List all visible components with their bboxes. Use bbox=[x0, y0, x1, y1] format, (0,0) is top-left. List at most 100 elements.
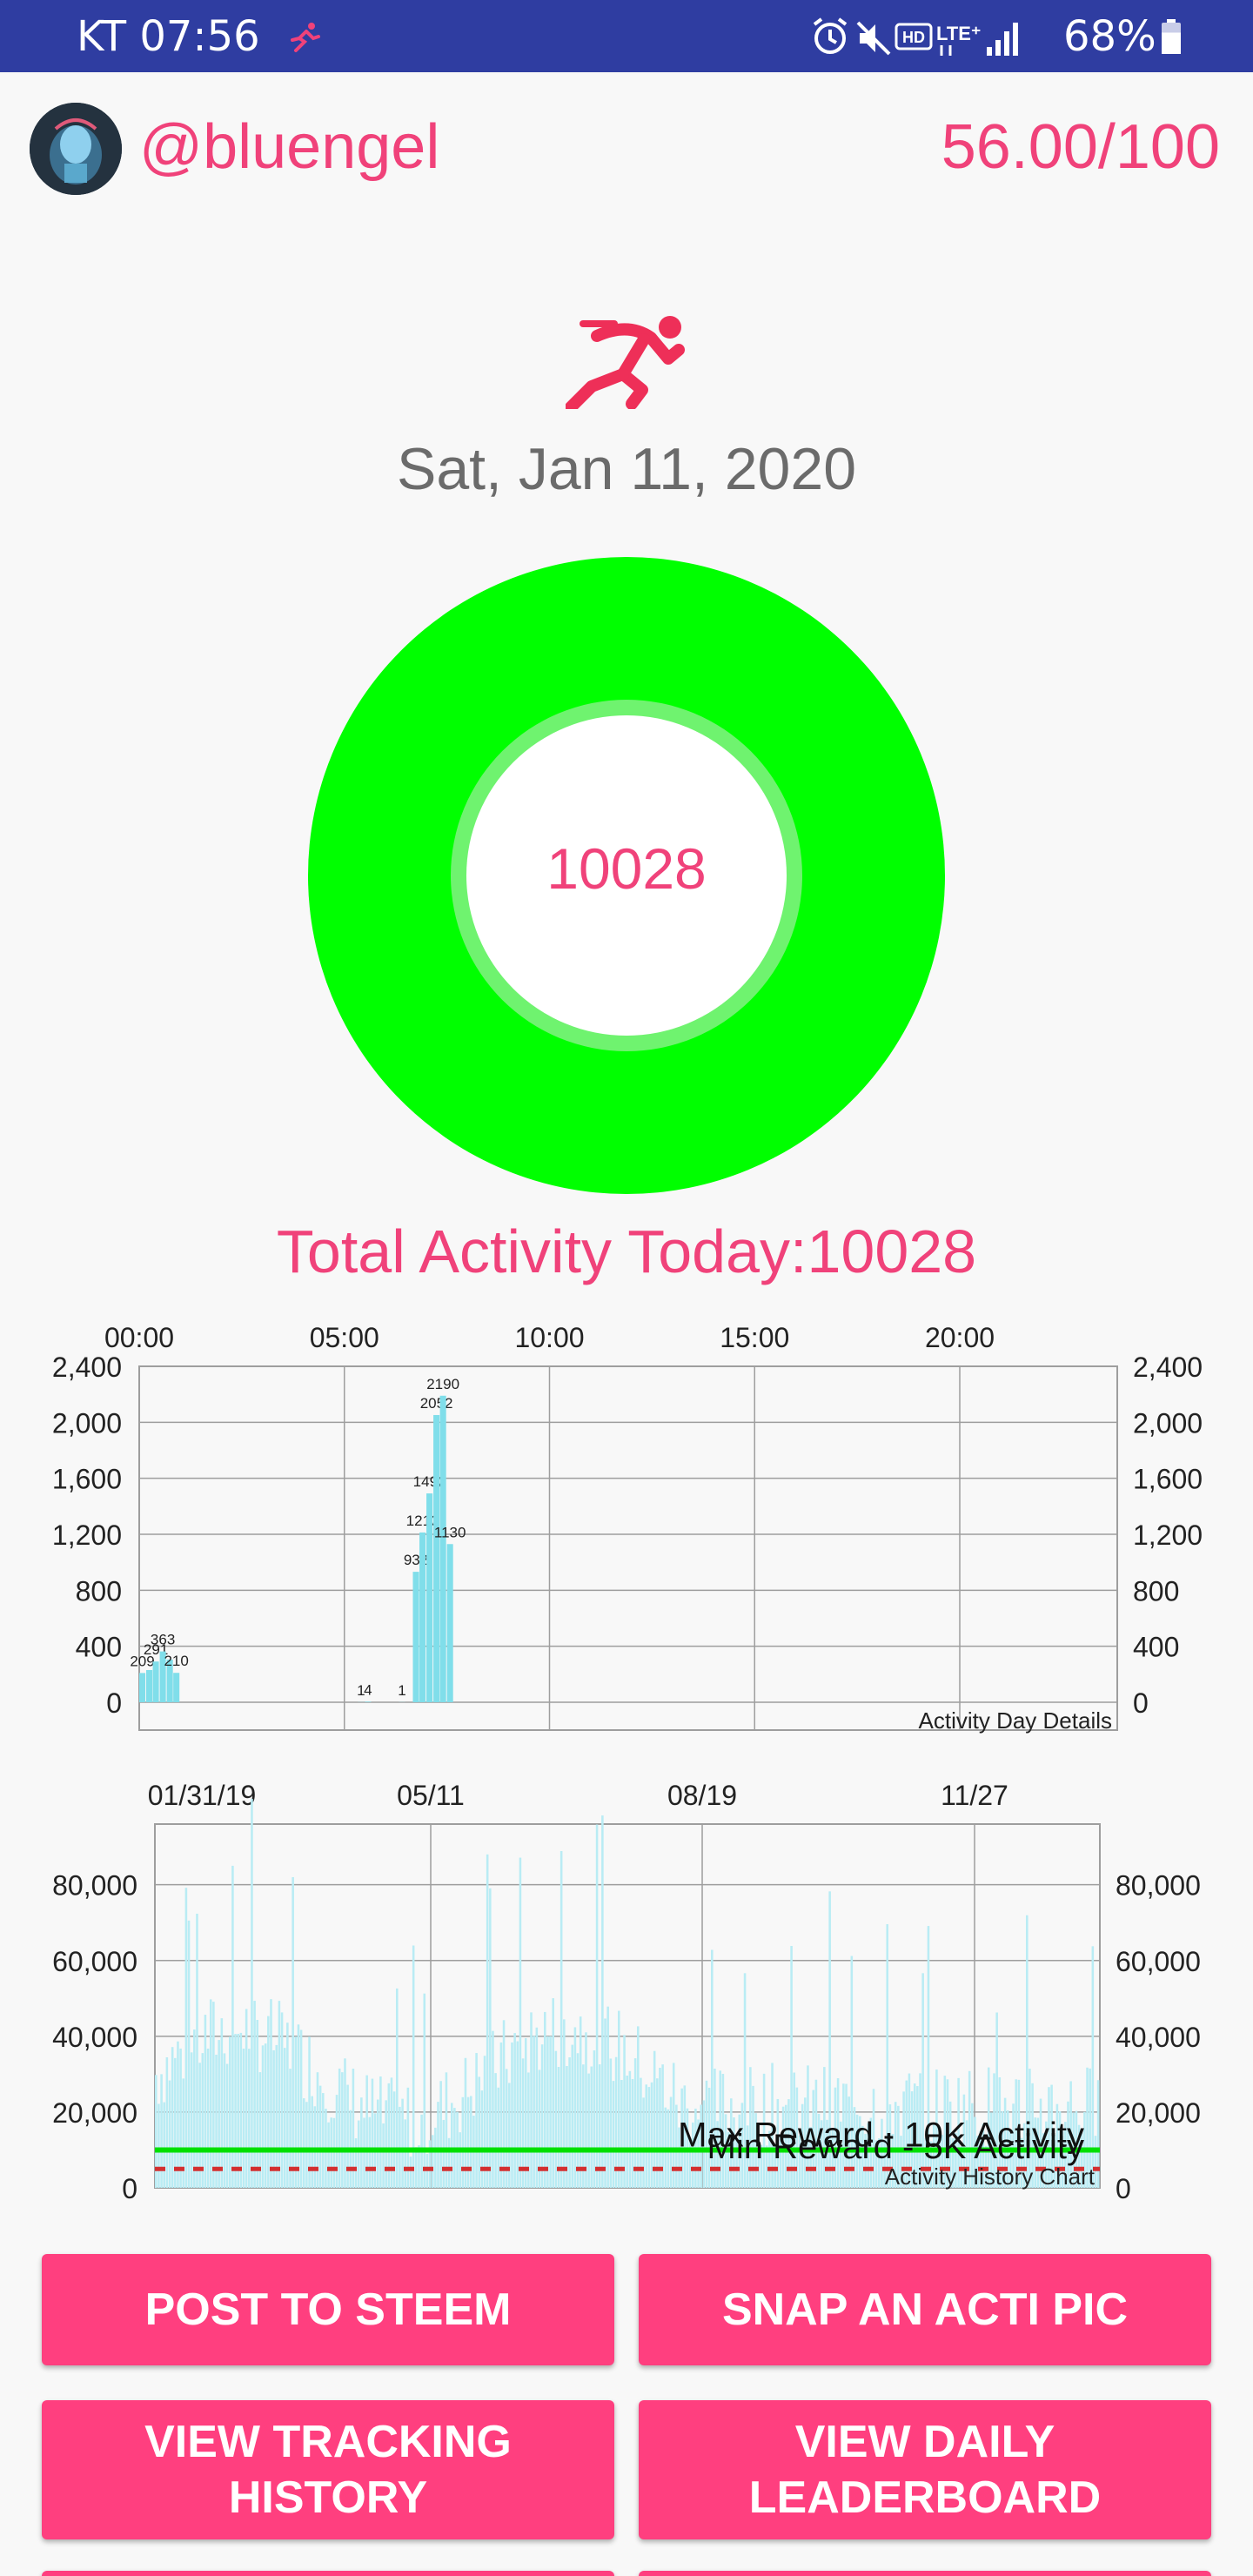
y-tick-left: 20,000 bbox=[52, 2097, 137, 2129]
history-bar bbox=[270, 1999, 272, 2188]
history-bar bbox=[184, 1888, 188, 2188]
activity-day-chart[interactable]: 2,400 2,400 2,000 2,000 1,600 1,600 1,200 1,200… bbox=[0, 1305, 1253, 1741]
history-bar bbox=[530, 2012, 533, 2188]
day-bar bbox=[426, 1493, 433, 1702]
history-bar bbox=[390, 2077, 393, 2188]
history-bar bbox=[363, 2117, 365, 2188]
y-tick-right: 0 bbox=[1133, 1687, 1149, 1719]
ring-value: 10028 bbox=[546, 836, 707, 901]
history-bar bbox=[669, 2096, 673, 2188]
history-bar bbox=[549, 2036, 552, 2188]
history-bar bbox=[177, 2041, 179, 2188]
x-tick: 05:00 bbox=[310, 1322, 379, 1353]
y-tick-right: 2,000 bbox=[1133, 1407, 1203, 1439]
history-bar bbox=[275, 2044, 278, 2188]
history-bar bbox=[524, 2037, 527, 2188]
x-tick: 08/19 bbox=[667, 1780, 737, 1811]
battery-percent: 68% bbox=[1063, 12, 1156, 61]
username[interactable]: @bluengel bbox=[139, 111, 439, 183]
history-bar bbox=[332, 2117, 336, 2188]
history-bar bbox=[338, 2068, 341, 2188]
signal-icon bbox=[987, 23, 1018, 56]
history-bar bbox=[513, 2033, 516, 2188]
y-tick-left: 800 bbox=[76, 1575, 122, 1607]
x-tick: 00:00 bbox=[104, 1322, 174, 1353]
history-bar bbox=[330, 2117, 333, 2188]
plot-frame bbox=[138, 1365, 1118, 1731]
x-tick: 05/11 bbox=[397, 1780, 465, 1811]
avatar[interactable] bbox=[30, 103, 122, 195]
history-bar bbox=[497, 2087, 500, 2188]
y-tick-left: 0 bbox=[106, 1687, 122, 1719]
y-tick-right: 0 bbox=[1116, 2173, 1131, 2202]
history-bar bbox=[559, 1850, 563, 2188]
history-bar bbox=[656, 2078, 659, 2188]
history-bar bbox=[568, 2057, 571, 2188]
history-bar bbox=[650, 2082, 653, 2188]
history-bar bbox=[267, 2016, 270, 2188]
history-bar bbox=[404, 2119, 406, 2188]
bar-label: 2190 bbox=[426, 1376, 459, 1392]
history-bar bbox=[286, 2023, 289, 2188]
view-daily-leaderboard-label-line1: VIEW DAILY bbox=[794, 2417, 1055, 2467]
more-button-right[interactable] bbox=[639, 2571, 1211, 2576]
post-to-steem-label: POST TO STEEM bbox=[144, 2284, 512, 2335]
y-tick-right: 1,600 bbox=[1133, 1464, 1203, 1495]
history-bar bbox=[437, 2102, 439, 2188]
y-tick-right: 60,000 bbox=[1116, 1946, 1201, 1977]
x-tick: 20:00 bbox=[925, 1322, 995, 1353]
history-bar bbox=[392, 2091, 396, 2188]
history-bar bbox=[308, 2036, 311, 2188]
history-bar bbox=[253, 2001, 256, 2188]
history-bar bbox=[354, 2138, 358, 2188]
history-bar bbox=[595, 1824, 599, 2188]
x-tick: 11/27 bbox=[941, 1780, 1008, 1811]
history-bar bbox=[239, 2032, 243, 2188]
history-bar bbox=[256, 2020, 259, 2188]
day-bar bbox=[139, 1673, 146, 1702]
view-tracking-history-label-line2: HISTORY bbox=[228, 2472, 428, 2523]
history-bar bbox=[264, 2043, 267, 2188]
history-bar bbox=[278, 2001, 281, 2188]
history-bar bbox=[311, 2096, 313, 2188]
history-bar bbox=[519, 1857, 522, 2188]
history-bar bbox=[617, 2010, 620, 2188]
history-bar bbox=[220, 2018, 224, 2188]
day-bar bbox=[365, 1701, 372, 1702]
history-bar bbox=[470, 2096, 472, 2188]
hd-icon: HD bbox=[895, 23, 933, 50]
history-bar bbox=[489, 1888, 492, 2188]
day-bar bbox=[412, 1572, 419, 1702]
view-daily-leaderboard-button[interactable]: VIEW DAILY LEADERBOARD bbox=[639, 2400, 1211, 2539]
status-bar: KT 07:56 HD LTE⁺ 68% bbox=[0, 0, 1253, 72]
min-reward-label: Min Reward - 5K Activity bbox=[707, 2128, 1084, 2166]
score: 56.00/100 bbox=[941, 112, 1220, 182]
y-tick-left: 400 bbox=[76, 1632, 122, 1663]
history-bar bbox=[604, 2018, 606, 2188]
snap-acti-pic-button[interactable]: SNAP AN ACTI PIC bbox=[639, 2254, 1211, 2365]
y-tick-left: 60,000 bbox=[52, 1946, 137, 1977]
history-bar bbox=[626, 2076, 628, 2188]
history-bar bbox=[297, 2024, 300, 2188]
history-bar bbox=[401, 2098, 404, 2188]
running-icon bbox=[566, 316, 685, 409]
history-bar bbox=[480, 2090, 484, 2188]
post-to-steem-button[interactable]: POST TO STEEM bbox=[42, 2254, 614, 2365]
day-bar bbox=[419, 1532, 426, 1702]
history-bar bbox=[251, 1798, 253, 2188]
history-bar bbox=[396, 1988, 399, 2188]
history-bar bbox=[182, 2078, 185, 2188]
view-tracking-history-button[interactable]: VIEW TRACKING HISTORY bbox=[42, 2400, 614, 2539]
history-bar bbox=[540, 2044, 544, 2188]
y-tick-left: 0 bbox=[122, 2173, 137, 2202]
more-button-left[interactable] bbox=[42, 2571, 614, 2576]
history-bar bbox=[640, 2077, 642, 2188]
activity-history-chart[interactable]: 80,000 80,000 60,000 60,000 40,000 40,000 20,0… bbox=[0, 1767, 1253, 2202]
history-bar bbox=[163, 2102, 165, 2188]
y-tick-left: 40,000 bbox=[52, 2022, 137, 2053]
history-bar bbox=[234, 2034, 237, 2188]
history-bar bbox=[327, 2122, 330, 2188]
history-bar bbox=[409, 2157, 412, 2188]
y-tick-right: 40,000 bbox=[1116, 2022, 1201, 2053]
bar-label: 363 bbox=[151, 1632, 175, 1648]
